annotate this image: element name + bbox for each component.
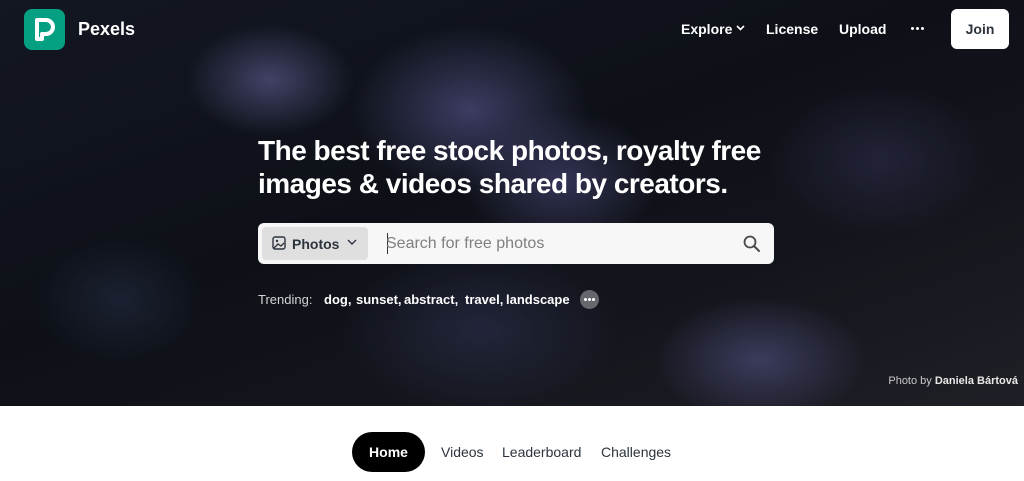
image-icon	[272, 236, 286, 250]
top-navigation: Pexels Explore License Upload Join	[0, 0, 1024, 60]
search-icon[interactable]	[742, 234, 762, 254]
trending-item[interactable]: travel,	[465, 292, 503, 307]
pexels-logo[interactable]	[24, 9, 65, 50]
photo-credit[interactable]: Photo by Daniela Bártová	[888, 375, 1018, 387]
trending-item[interactable]: abstract,	[404, 292, 458, 307]
ellipsis-icon[interactable]	[910, 26, 926, 32]
tab-leaderboard[interactable]: Leaderboard	[502, 444, 581, 460]
trending-item[interactable]: sunset,	[356, 292, 402, 307]
photo-credit-author[interactable]: Daniela Bártová	[935, 375, 1018, 387]
brand-name[interactable]: Pexels	[78, 19, 135, 40]
content-tabs: Home Videos Leaderboard Challenges	[0, 406, 1024, 481]
join-button[interactable]: Join	[951, 9, 1009, 49]
trending-label: Trending:	[258, 292, 313, 307]
search-type-dropdown[interactable]: Photos	[262, 227, 368, 260]
hero-headline: The best free stock photos, royalty free…	[258, 135, 761, 199]
chevron-down-icon	[347, 239, 357, 245]
hero-background	[0, 0, 1024, 406]
search-bar: Photos	[258, 223, 774, 264]
nav-license[interactable]: License	[766, 21, 818, 37]
tab-videos[interactable]: Videos	[441, 444, 484, 460]
nav-explore-label: Explore	[681, 21, 733, 37]
trending-item[interactable]: dog,	[324, 292, 351, 307]
trending-item[interactable]: landscape	[506, 292, 570, 307]
photo-credit-prefix: Photo by	[888, 375, 932, 387]
nav-upload[interactable]: Upload	[839, 21, 886, 37]
tab-challenges[interactable]: Challenges	[601, 444, 671, 460]
search-input[interactable]	[386, 231, 726, 256]
pexels-logo-icon	[35, 18, 55, 41]
more-trending-icon[interactable]	[580, 290, 599, 309]
chevron-down-icon	[736, 25, 745, 31]
tab-home[interactable]: Home	[352, 432, 425, 472]
search-type-label: Photos	[292, 236, 340, 252]
nav-explore[interactable]: Explore	[681, 21, 745, 37]
